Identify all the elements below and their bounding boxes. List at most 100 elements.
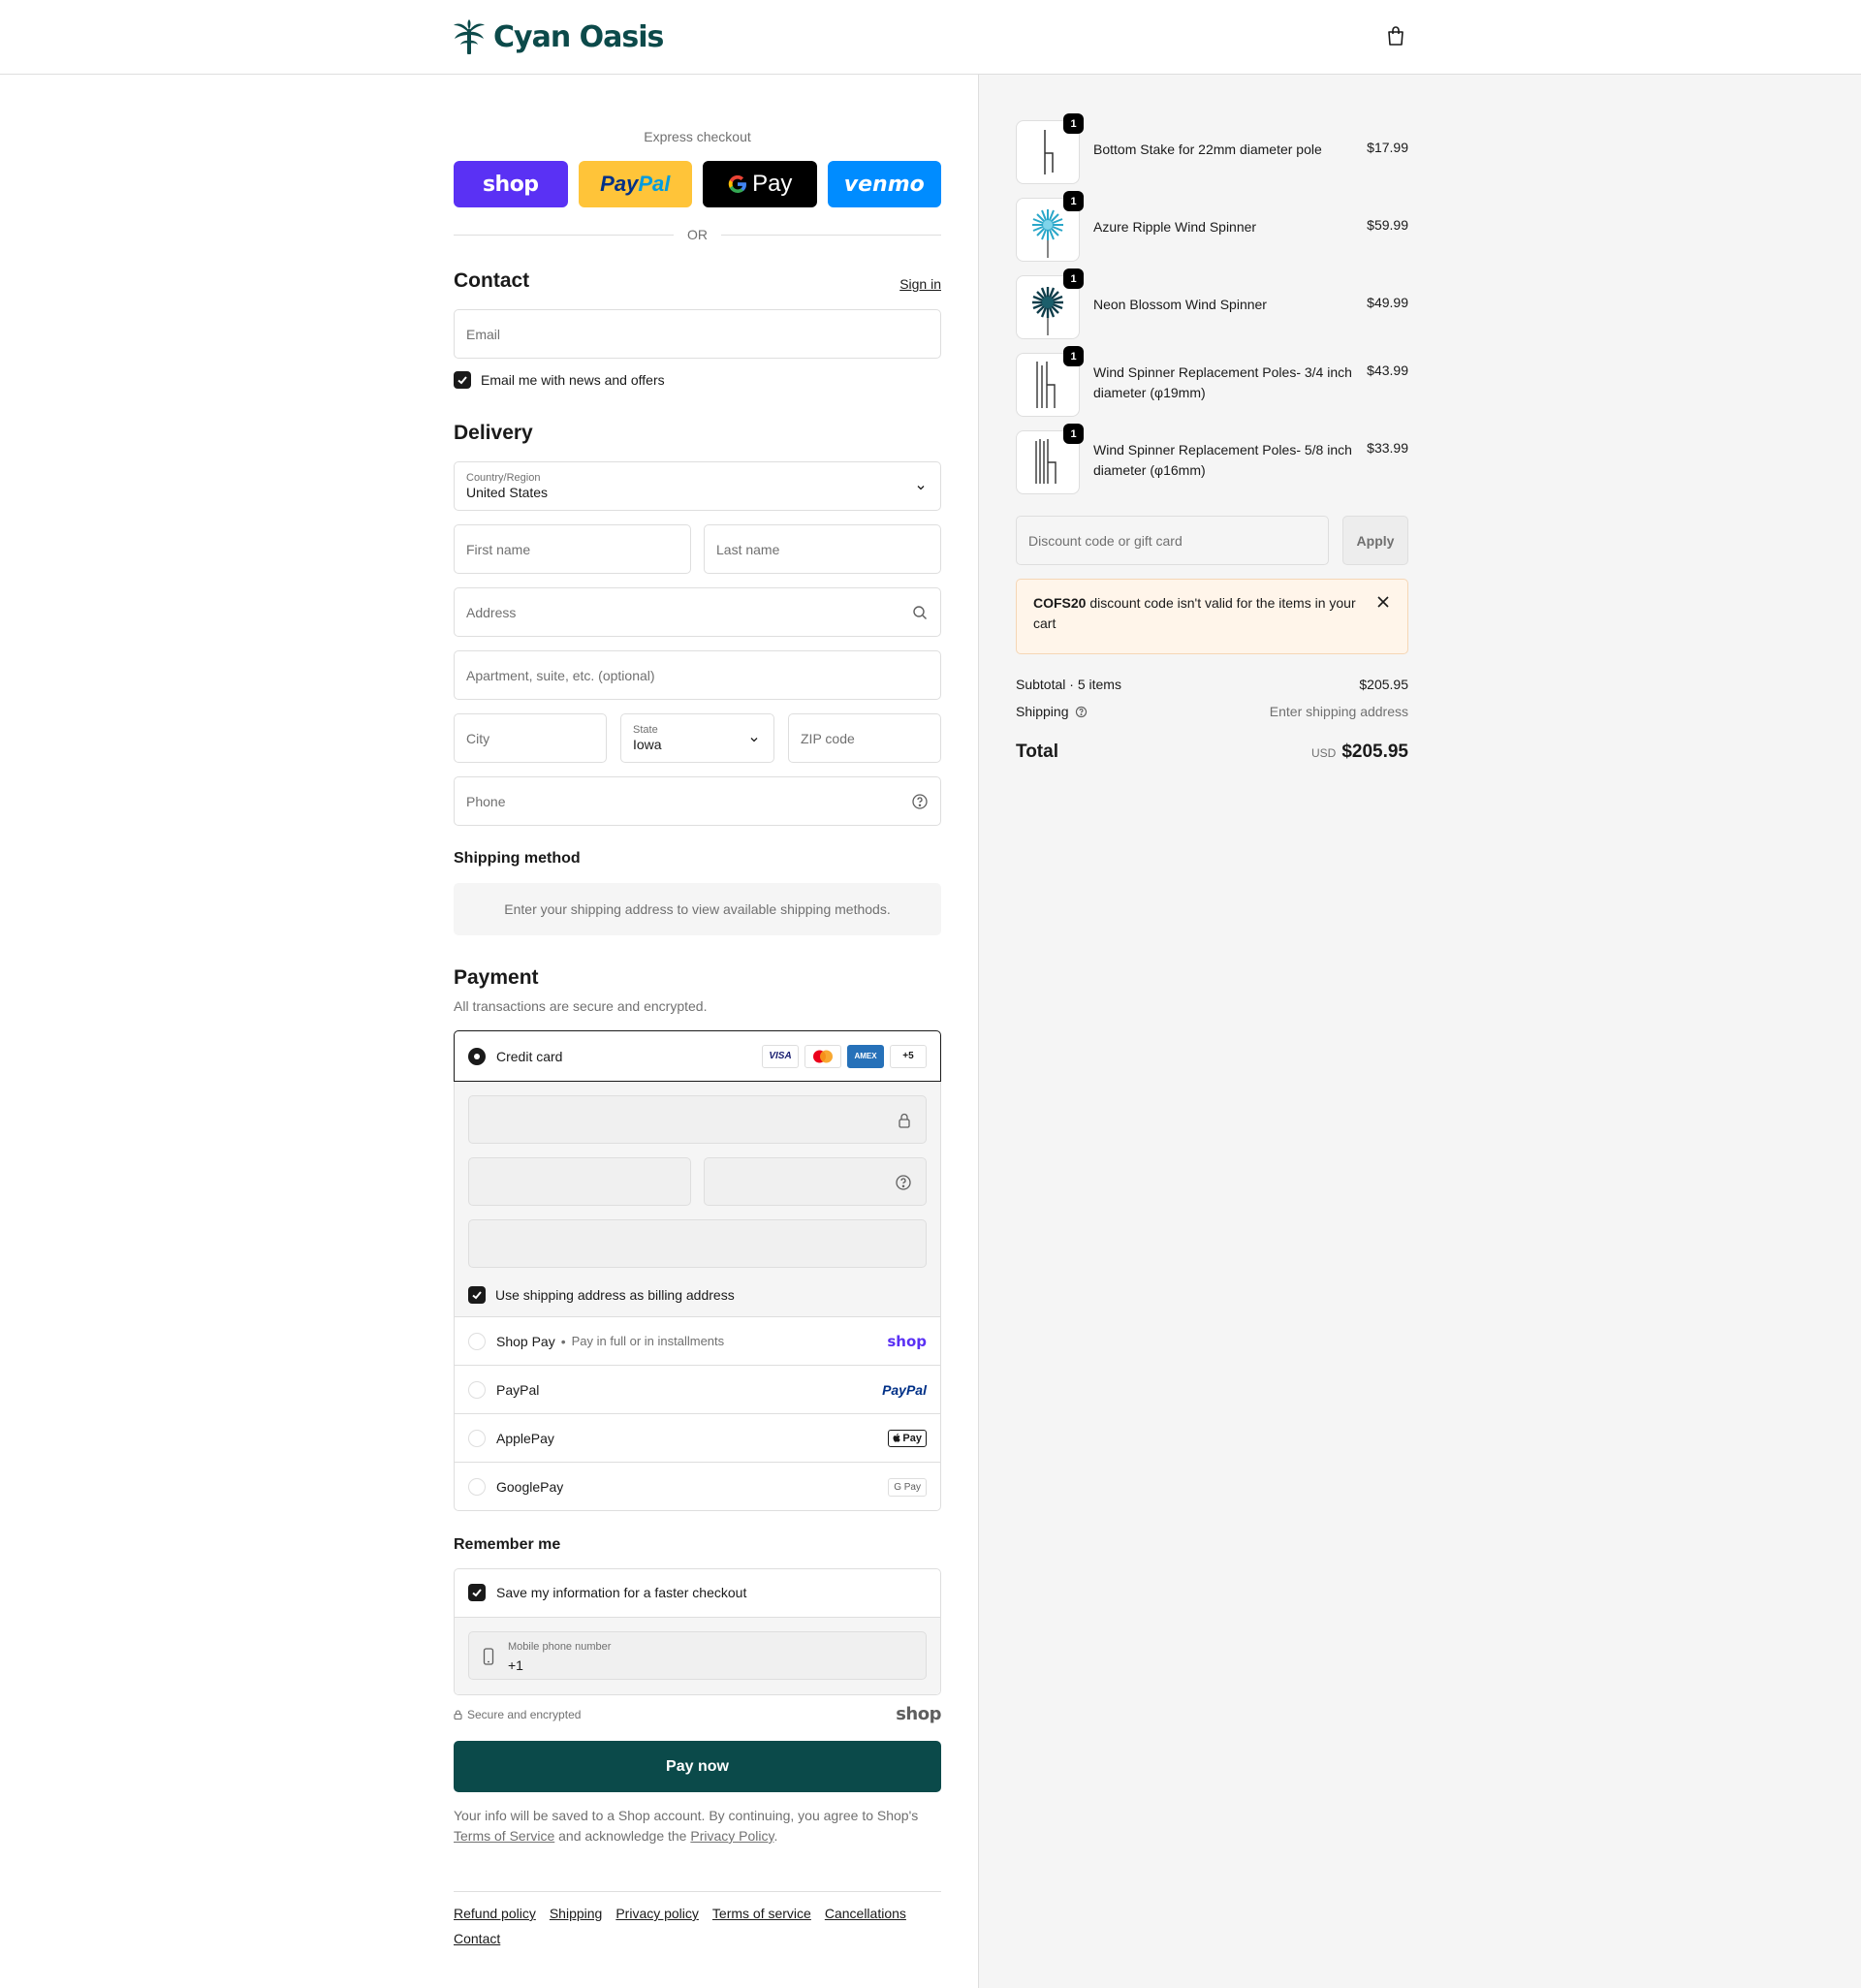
- privacy-policy-link[interactable]: Privacy Policy: [690, 1828, 773, 1844]
- privacy-policy-footer-link[interactable]: Privacy policy: [615, 1905, 699, 1922]
- last-name-placeholder: Last name: [716, 541, 780, 557]
- chevron-down-icon: [917, 486, 925, 490]
- secure-text: Secure and encrypted: [467, 1708, 582, 1721]
- credit-card-label: Credit card: [496, 1048, 563, 1064]
- more-cards-label: +5: [902, 1051, 914, 1061]
- contact-link[interactable]: Contact: [454, 1930, 500, 1947]
- billing-same-checkbox[interactable]: Use shipping address as billing address: [468, 1286, 735, 1304]
- legal-suffix: .: [773, 1828, 778, 1844]
- card-details-area: Use shipping address as billing address: [455, 1082, 940, 1317]
- help-circle-icon[interactable]: [911, 793, 929, 810]
- item-name: Azure Ripple Wind Spinner: [1093, 219, 1257, 235]
- phone-field[interactable]: Phone: [454, 776, 941, 826]
- item-price: $33.99: [1367, 440, 1408, 456]
- newsletter-checkbox[interactable]: Email me with news and offers: [454, 371, 665, 389]
- google-pay-option-label: GooglePay: [496, 1479, 564, 1495]
- billing-same-label: Use shipping address as billing address: [495, 1287, 735, 1303]
- paypal-option-label: PayPal: [496, 1381, 540, 1398]
- help-circle-icon[interactable]: [1075, 706, 1088, 718]
- or-text: OR: [687, 227, 708, 242]
- cart-item: 1 Wind Spinner Replacement Poles- 3/4 in…: [1016, 346, 1408, 417]
- first-name-field[interactable]: First name: [454, 524, 691, 574]
- remember-me-block: Save my information for a faster checkou…: [454, 1568, 941, 1695]
- search-icon: [913, 606, 927, 619]
- discount-code-input[interactable]: Discount code or gift card: [1016, 516, 1329, 565]
- zip-field[interactable]: ZIP code: [788, 713, 941, 763]
- help-circle-icon[interactable]: [895, 1174, 912, 1191]
- apply-discount-button[interactable]: Apply: [1342, 516, 1408, 565]
- google-g-icon: [728, 174, 747, 194]
- shopping-bag-icon[interactable]: [1384, 24, 1407, 47]
- google-pay-button[interactable]: Pay: [703, 161, 817, 207]
- sign-in-link[interactable]: Sign in: [899, 276, 941, 292]
- google-pay-option[interactable]: GooglePay G Pay: [455, 1463, 940, 1511]
- terms-of-service-footer-link[interactable]: Terms of service: [712, 1905, 811, 1922]
- mobile-phone-field[interactable]: Mobile phone number +1: [468, 1631, 927, 1680]
- shipping-label-group: Shipping: [1016, 704, 1088, 719]
- shop-pay-option[interactable]: Shop Pay • Pay in full or in installment…: [455, 1317, 940, 1366]
- apartment-field[interactable]: Apartment, suite, etc. (optional): [454, 650, 941, 700]
- item-price: $59.99: [1367, 217, 1408, 233]
- state-label: State: [633, 723, 658, 736]
- zip-placeholder: ZIP code: [801, 730, 855, 746]
- apple-icon: [893, 1433, 901, 1442]
- address-field[interactable]: Address: [454, 587, 941, 637]
- radio-unselected-icon: [468, 1478, 486, 1496]
- total-amount-group: USD $205.95: [1311, 742, 1408, 763]
- payment-title: Payment: [454, 966, 539, 989]
- legal-prefix: Your info will be saved to a Shop accoun…: [454, 1808, 919, 1823]
- card-name-field[interactable]: [468, 1219, 927, 1268]
- credit-card-option[interactable]: Credit card VISA AMEX +5: [454, 1030, 941, 1082]
- shipping-label: Shipping: [1016, 704, 1069, 719]
- save-info-label: Save my information for a faster checkou…: [496, 1585, 747, 1600]
- shop-pay-button[interactable]: shop: [454, 161, 568, 207]
- city-field[interactable]: City: [454, 713, 607, 763]
- refund-policy-link[interactable]: Refund policy: [454, 1905, 536, 1922]
- city-placeholder: City: [466, 730, 490, 746]
- lock-icon: [454, 1710, 462, 1720]
- contact-title: Contact: [454, 269, 530, 292]
- radio-selected-icon: [468, 1047, 486, 1065]
- brand-logo[interactable]: Cyan Oasis: [453, 17, 664, 56]
- state-value: Iowa: [633, 736, 662, 752]
- shipping-method-title: Shipping method: [454, 850, 581, 867]
- last-name-field[interactable]: Last name: [704, 524, 941, 574]
- shipping-policy-link[interactable]: Shipping: [550, 1905, 603, 1922]
- email-field[interactable]: Email: [454, 309, 941, 359]
- card-number-field[interactable]: [468, 1095, 927, 1144]
- quantity-badge: 1: [1063, 191, 1084, 211]
- stake-product-image: [1044, 130, 1054, 174]
- paypal-option[interactable]: PayPal PayPal: [455, 1366, 940, 1414]
- cart-item: 1 Wind Spinner Replacement Poles- 5/8 in…: [1016, 424, 1408, 494]
- terms-of-service-link[interactable]: Terms of Service: [454, 1828, 554, 1844]
- item-name: Wind Spinner Replacement Poles- 5/8 inch…: [1093, 442, 1352, 478]
- checkbox-checked-icon: [468, 1286, 486, 1304]
- email-placeholder: Email: [466, 326, 501, 342]
- card-expiry-field[interactable]: [468, 1157, 691, 1206]
- item-name: Wind Spinner Replacement Poles- 3/4 inch…: [1093, 364, 1352, 400]
- radio-unselected-icon: [468, 1332, 486, 1350]
- venmo-button[interactable]: venmo: [827, 161, 941, 207]
- close-icon[interactable]: [1376, 595, 1390, 609]
- shipping-value: Enter shipping address: [1269, 704, 1408, 719]
- apartment-placeholder: Apartment, suite, etc. (optional): [466, 667, 655, 683]
- mobile-phone-area: Mobile phone number +1: [455, 1617, 940, 1694]
- visa-label: VISA: [769, 1051, 792, 1061]
- venmo-label: venmo: [843, 172, 925, 197]
- cart-item: 1 Neon Blossom Wind Spinner $49.99: [1016, 268, 1408, 339]
- apple-pay-option[interactable]: ApplePay Pay: [455, 1414, 940, 1463]
- mobile-phone-label: Mobile phone number: [508, 1641, 612, 1653]
- apple-pay-logo: Pay: [888, 1429, 927, 1447]
- country-select[interactable]: Country/Region United States: [454, 461, 941, 511]
- google-pay-logo: G Pay: [888, 1477, 927, 1497]
- cart-item: 1 Azure Ripple Wind Spinner $59.99: [1016, 191, 1408, 262]
- cancellations-link[interactable]: Cancellations: [825, 1905, 906, 1922]
- shop-pay-logo: shop: [887, 1332, 927, 1350]
- card-security-code-field[interactable]: [704, 1157, 927, 1206]
- state-select[interactable]: State Iowa: [620, 713, 774, 763]
- pay-now-button[interactable]: Pay now: [454, 1741, 941, 1792]
- paypal-button[interactable]: Pay Pal: [578, 161, 692, 207]
- first-name-placeholder: First name: [466, 541, 531, 557]
- newsletter-label: Email me with news and offers: [481, 372, 665, 388]
- save-info-checkbox[interactable]: Save my information for a faster checkou…: [468, 1584, 746, 1601]
